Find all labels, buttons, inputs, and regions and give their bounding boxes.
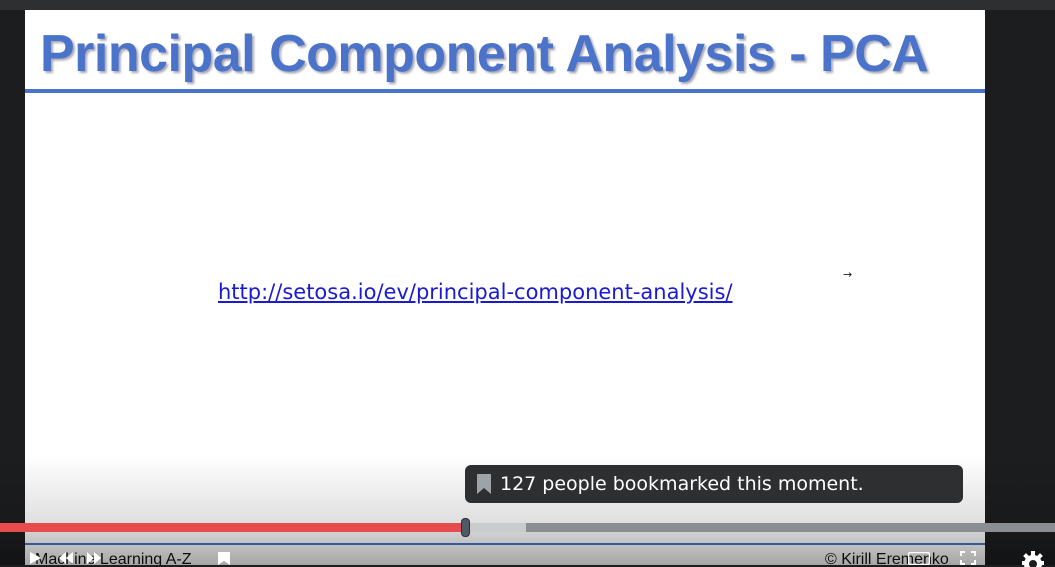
slide-title: Principal Component Analysis - PCA	[40, 25, 929, 83]
top-bar	[0, 0, 1055, 10]
forward-icon[interactable]	[86, 551, 102, 565]
left-letterbox	[0, 10, 25, 565]
player-controls	[0, 545, 1055, 567]
slide-link[interactable]: http://setosa.io/ev/principal-component-…	[218, 280, 733, 304]
rewind-icon[interactable]	[58, 551, 74, 565]
right-letterbox	[985, 10, 1055, 565]
captions-icon[interactable]	[908, 552, 930, 565]
bookmark-tooltip-text: 127 people bookmarked this moment.	[500, 473, 864, 495]
play-icon[interactable]	[28, 551, 42, 565]
cursor-arrow-icon: →	[843, 268, 853, 281]
progress-bar[interactable]	[0, 523, 1055, 532]
progress-played	[0, 523, 467, 532]
bookmark-tooltip: 127 people bookmarked this moment.	[465, 465, 963, 503]
bookmark-add-icon[interactable]	[218, 552, 230, 565]
settings-icon[interactable]	[1018, 549, 1048, 567]
bookmark-icon	[477, 474, 491, 494]
title-divider	[25, 89, 985, 93]
fullscreen-icon[interactable]	[960, 551, 976, 565]
progress-scrubber-handle[interactable]	[461, 518, 470, 537]
